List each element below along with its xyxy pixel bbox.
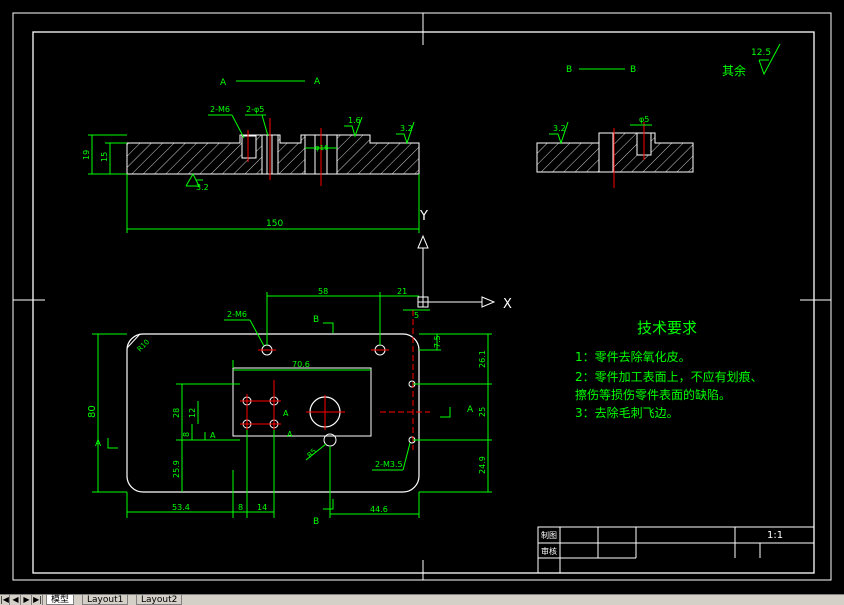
dim-12-label: 12 [188,408,197,418]
dim-53-4-label: 53.4 [172,503,190,512]
dim-8h-label: 8 [238,503,243,512]
dim-58-label: 58 [318,287,328,296]
roughness-1-6-label: 1.6 [348,116,361,125]
dim-8v-label: 8 [182,432,191,437]
drawing-viewport[interactable]: A A 2-M6 2-φ5 19 15 φ16 150 1.6 3.2 3.2 … [0,0,844,594]
tech-req-line-3: 擦伤等损伤零件表面的缺陷。 [575,387,731,402]
section-aa-right-label: A [314,77,321,87]
dim-15-label: 15 [100,152,109,162]
plan-b-top-label: B [313,315,319,325]
dim-25-label: 25 [478,407,487,417]
tab-last-button[interactable]: ▶| [33,595,43,605]
roughness-other-label: 其余 [722,63,746,78]
plan-a-right-label: A [467,405,474,415]
layout-tab-bar: |◀ ◀ ▶ ▶| 模型 Layout1 Layout2 [0,594,844,605]
tech-req-line-1: 1：零件去除氧化皮。 [575,349,691,364]
hole-group [240,380,281,431]
plan-view: A A B B 58 21 5 2-M6 R10 70.6 80 28 [87,287,492,527]
dim-2-d5-label: 2-φ5 [246,105,264,114]
dim-21-label: 21 [397,287,407,296]
title-block-label-1: 制图 [541,530,557,540]
section-a-view: A A 2-M6 2-φ5 19 15 φ16 150 1.6 3.2 3.2 [82,77,420,233]
dim-70-6-label: 70.6 [292,360,310,369]
dim-25-9-label: 25.9 [172,460,181,478]
dim-80-label: 80 [87,405,98,418]
section-bb-left-label: B [566,65,572,75]
dim-bb-d5-label: φ5 [639,115,649,124]
roughness-bb-label: 3.2 [553,124,566,133]
ucs-y-label: Y [419,209,428,224]
plan-mid-a-label: A [283,409,289,418]
tab-next-button[interactable]: ▶ [22,595,32,605]
plan-b-bottom-label: B [313,517,319,527]
tech-req-title: 技术要求 [637,319,697,337]
plan-inner-a-right-label: A [287,430,293,439]
section-aa-left-label: A [220,78,227,88]
dim-44-6-label: 44.6 [370,505,388,514]
dim-150-label: 150 [266,219,283,229]
dim-26-1-label: 26.1 [478,350,487,368]
plan-inner-a-left-label: A [210,431,216,440]
tab-prev-button[interactable]: ◀ [11,595,21,605]
tech-req-line-2: 2：零件加工表面上，不应有划痕、 [575,369,763,384]
dim-2-m6-label: 2-M6 [210,105,230,114]
dim-5-label: 5 [414,311,419,320]
title-block-scale: 1:1 [767,530,783,541]
tech-req-line-4: 3：去除毛刺飞边。 [575,405,679,420]
dim-2-m3-5-label: 2-M3.5 [375,460,403,469]
tab-first-button[interactable]: |◀ [0,595,10,605]
ucs-icon[interactable]: X Y [417,209,512,312]
dim-7-5-label: 7.5 [433,335,442,348]
cad-drawing[interactable]: A A 2-M6 2-φ5 19 15 φ16 150 1.6 3.2 3.2 … [0,0,844,594]
roughness-other-value: 12.5 [751,48,771,58]
title-block-label-2: 审核 [541,546,557,556]
dim-r10-label: R10 [136,338,151,353]
tab-model[interactable]: 模型 [46,595,75,605]
dim-14-label: 14 [257,503,267,512]
dim-24-9-label: 24.9 [478,456,487,474]
ucs-x-label: X [503,297,512,312]
general-roughness: 其余 12.5 [722,43,781,78]
technical-requirements: 技术要求 1：零件去除氧化皮。 2：零件加工表面上，不应有划痕、 擦伤等损伤零件… [575,319,763,420]
tab-layout2[interactable]: Layout2 [136,595,183,605]
dim-plan-2-m6-label: 2-M6 [227,310,247,319]
dim-r5-label: R5 [306,447,318,459]
section-bb-right-label: B [630,65,636,75]
tab-layout1[interactable]: Layout1 [82,595,129,605]
dim-28-label: 28 [172,408,181,418]
dim-19-label: 19 [82,150,91,160]
section-b-view: B B 3.2 φ5 [536,65,694,188]
